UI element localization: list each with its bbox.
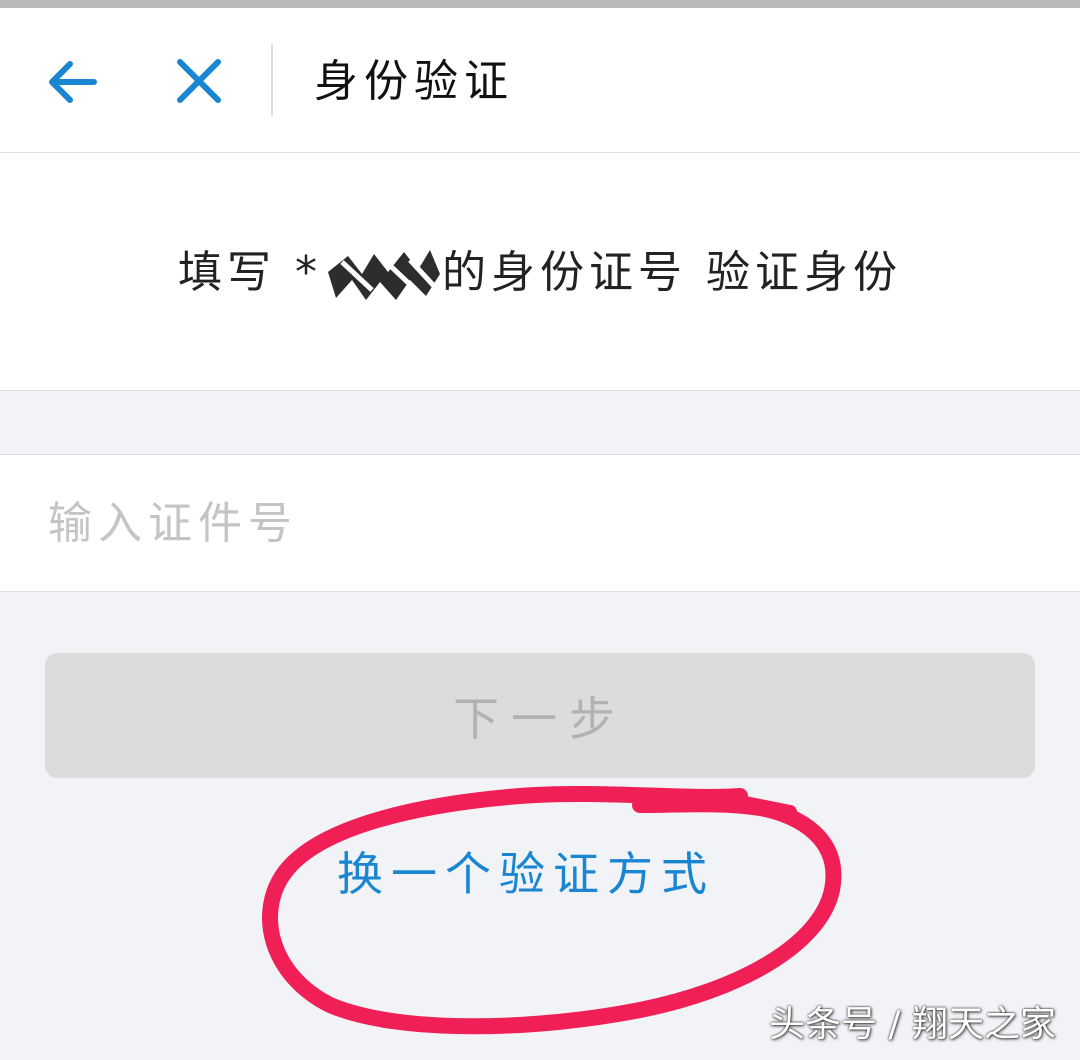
status-strip — [0, 0, 1080, 8]
back-arrow-icon — [49, 61, 97, 103]
prompt-section: 填写 * 的身份证号 验证身份 — [0, 153, 1080, 391]
mask-scribble-icon — [328, 250, 440, 300]
nav-divider — [271, 44, 273, 116]
page-title: 身份验证 — [314, 56, 514, 107]
id-number-input[interactable] — [48, 493, 1028, 553]
close-button[interactable] — [162, 46, 234, 118]
verification-prompt: 填写 * 的身份证号 验证身份 — [0, 243, 1080, 303]
prompt-suffix: 的身份证号 验证身份 — [442, 247, 902, 298]
back-button[interactable] — [38, 46, 110, 118]
switch-verification-method-link[interactable]: 换一个验证方式 — [0, 842, 1066, 906]
id-input-section — [0, 454, 1080, 592]
prompt-prefix: 填写 * — [178, 247, 322, 298]
nav-bar: 身份验证 — [0, 8, 1080, 153]
watermark: 头条号 / 翔天之家 — [768, 1004, 1056, 1045]
next-step-button[interactable]: 下一步 — [45, 653, 1035, 778]
masked-name — [322, 250, 442, 300]
close-icon — [177, 59, 221, 103]
